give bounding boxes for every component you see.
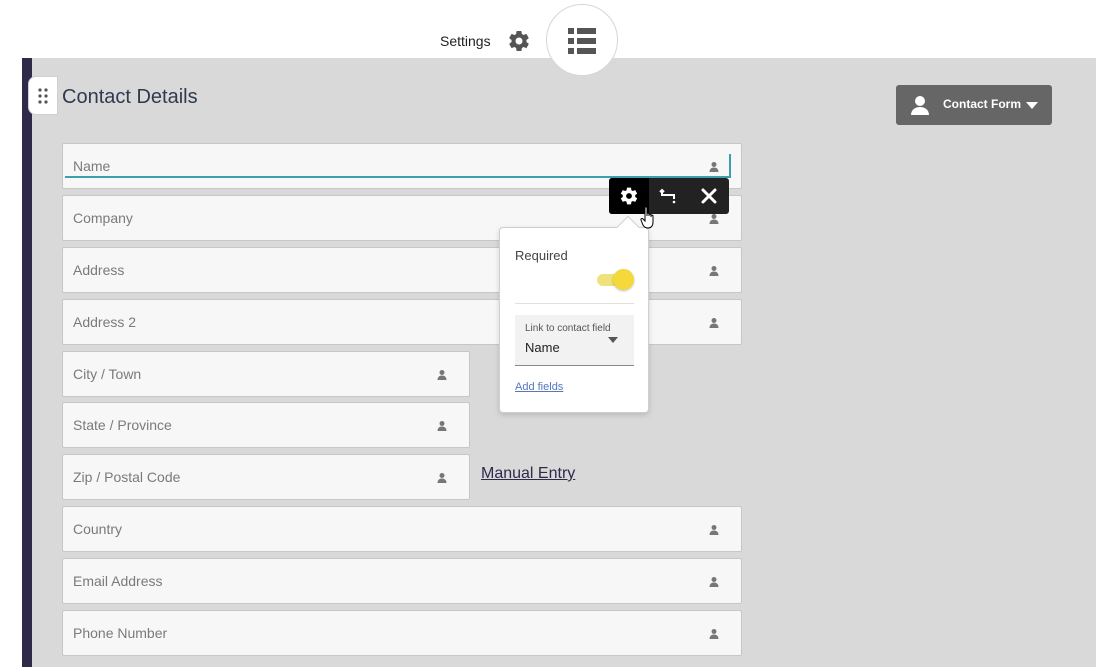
- field-placeholder: Phone Number: [73, 625, 168, 641]
- required-label: Required: [515, 248, 568, 263]
- list-icon: [568, 28, 596, 54]
- person-icon: [709, 214, 719, 224]
- link-contact-field-value: Name: [525, 340, 560, 355]
- list-view-button[interactable]: [546, 4, 618, 76]
- close-icon: [701, 188, 717, 204]
- required-toggle-knob[interactable]: [613, 269, 634, 290]
- country-field[interactable]: Country: [62, 506, 742, 552]
- field-placeholder: Zip / Postal Code: [73, 469, 181, 485]
- chevron-down-icon: [608, 337, 618, 343]
- email-field[interactable]: Email Address: [62, 558, 742, 604]
- remove-field-button[interactable]: [689, 178, 729, 214]
- person-icon: [709, 629, 719, 639]
- field-placeholder: Company: [73, 210, 133, 226]
- drag-handle-icon: [38, 88, 48, 104]
- field-placeholder: State / Province: [73, 417, 172, 433]
- person-icon: [709, 266, 719, 276]
- section-accent-strip: [22, 58, 32, 667]
- person-icon: [709, 318, 719, 328]
- field-placeholder: City / Town: [73, 366, 142, 382]
- state-field[interactable]: State / Province: [62, 402, 470, 448]
- link-contact-field-select[interactable]: Link to contact field Name: [515, 315, 634, 366]
- person-icon: [709, 525, 719, 535]
- person-icon: [437, 370, 447, 380]
- field-settings-popup: Required Link to contact field Name Add …: [499, 215, 649, 413]
- field-placeholder: Address 2: [73, 314, 137, 330]
- branch-icon: [659, 188, 676, 204]
- person-icon: [437, 473, 447, 483]
- section-drag-handle[interactable]: [28, 76, 58, 115]
- link-contact-field-label: Link to contact field: [525, 323, 611, 334]
- chevron-down-icon: [1026, 102, 1038, 109]
- section-title: Contact Details: [62, 86, 198, 108]
- person-icon: [437, 421, 447, 431]
- field-toolbar: [609, 178, 729, 214]
- zip-field[interactable]: Zip / Postal Code: [62, 454, 470, 500]
- city-field[interactable]: City / Town: [62, 351, 470, 397]
- field-placeholder: Address: [73, 262, 125, 278]
- person-icon: [709, 162, 719, 172]
- person-icon: [709, 577, 719, 587]
- popup-divider: [515, 303, 634, 304]
- contact-form-button[interactable]: Contact Form: [896, 85, 1052, 125]
- contact-form-label: Contact Form: [943, 97, 1021, 111]
- person-icon: [911, 96, 929, 115]
- gear-icon[interactable]: [507, 29, 531, 53]
- field-placeholder: Country: [73, 521, 123, 537]
- text-cursor: [729, 154, 731, 178]
- settings-label[interactable]: Settings: [440, 33, 491, 49]
- gear-icon: [620, 187, 638, 205]
- field-placeholder: Name: [73, 158, 111, 174]
- phone-field[interactable]: Phone Number: [62, 610, 742, 656]
- add-fields-link[interactable]: Add fields: [515, 381, 563, 393]
- manual-entry-link[interactable]: Manual Entry: [481, 465, 575, 483]
- field-placeholder: Email Address: [73, 573, 163, 589]
- hand-cursor-icon: [640, 206, 654, 229]
